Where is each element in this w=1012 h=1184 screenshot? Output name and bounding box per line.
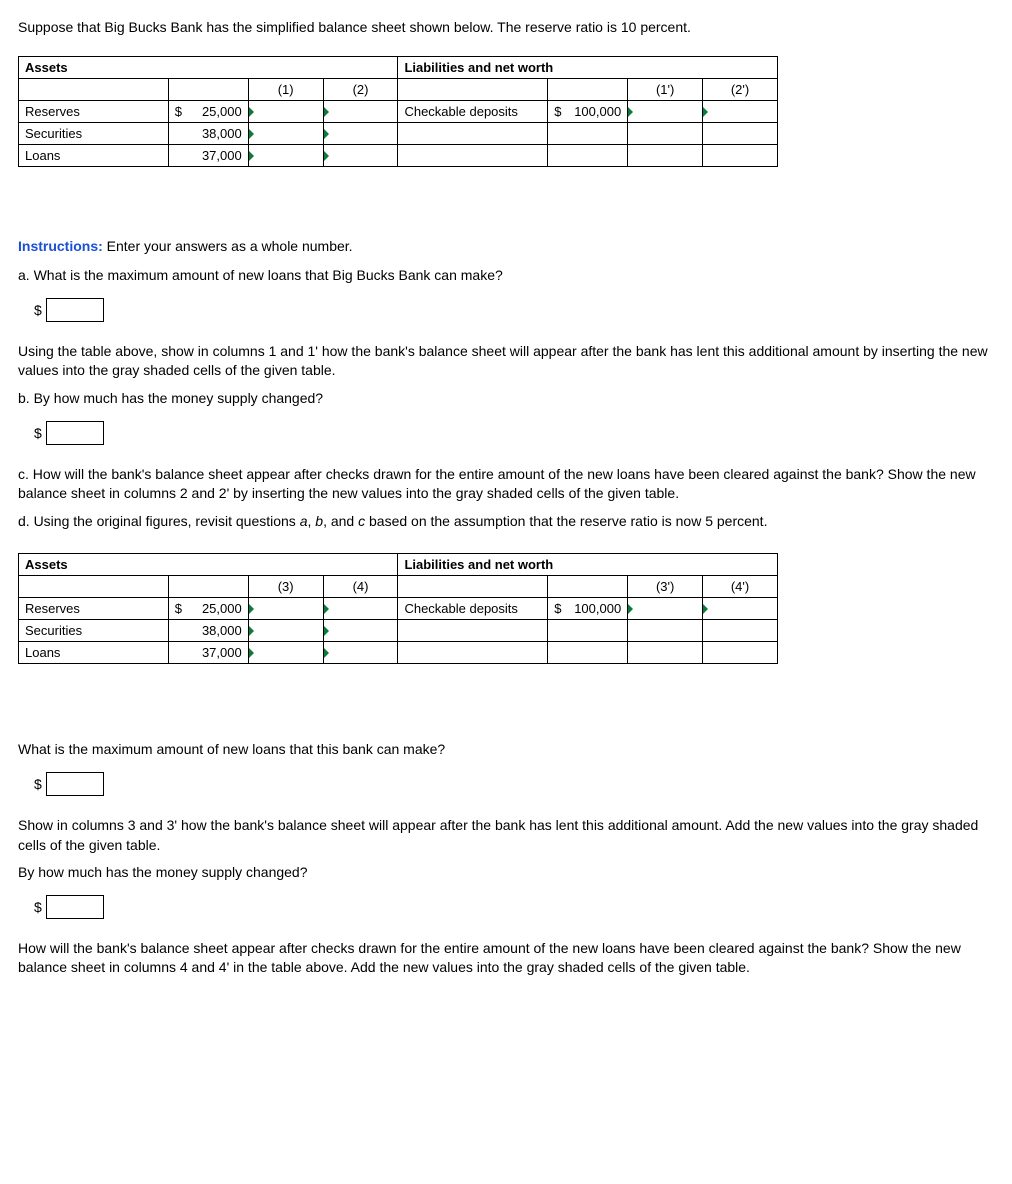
- col-4p-header: (4'): [703, 576, 778, 598]
- answer-2b-input[interactable]: [46, 895, 104, 919]
- blank: [398, 144, 548, 166]
- blank: [548, 144, 628, 166]
- blank: [548, 620, 628, 642]
- blank: [628, 122, 703, 144]
- blank: [398, 122, 548, 144]
- col-2p-header: (2'): [703, 78, 778, 100]
- dollar-sign: $: [34, 776, 42, 792]
- dollar-sign: $: [34, 302, 42, 318]
- question-2b: By how much has the money supply changed…: [18, 863, 994, 883]
- blank: [19, 78, 169, 100]
- input-cell[interactable]: [628, 100, 703, 122]
- row-value: 38,000: [168, 122, 248, 144]
- liabilities-header: Liabilities and net worth: [398, 554, 778, 576]
- row-label: Reserves: [19, 100, 169, 122]
- col-3-header: (3): [248, 576, 323, 598]
- blank: [628, 620, 703, 642]
- col-2-header: (2): [323, 78, 398, 100]
- dollar-sign: $: [34, 425, 42, 441]
- dollar-sign: $: [34, 899, 42, 915]
- intro-text: Suppose that Big Bucks Bank has the simp…: [18, 18, 994, 38]
- after-a-text: Using the table above, show in columns 1…: [18, 342, 994, 381]
- input-cell[interactable]: [248, 642, 323, 664]
- after-2a-text: Show in columns 3 and 3' how the bank's …: [18, 816, 994, 855]
- input-cell[interactable]: [248, 620, 323, 642]
- input-cell[interactable]: [248, 598, 323, 620]
- answer-a: $: [34, 298, 104, 322]
- col-4-header: (4): [323, 576, 398, 598]
- blank: [548, 78, 628, 100]
- assets-header: Assets: [19, 56, 398, 78]
- row-label: Loans: [19, 144, 169, 166]
- input-cell[interactable]: [323, 100, 398, 122]
- blank: [628, 642, 703, 664]
- input-cell[interactable]: [323, 620, 398, 642]
- answer-b: $: [34, 421, 104, 445]
- input-cell[interactable]: [323, 642, 398, 664]
- row-value: 37,000: [168, 144, 248, 166]
- blank: [168, 78, 248, 100]
- input-cell[interactable]: [323, 122, 398, 144]
- question-d: d. Using the original figures, revisit q…: [18, 512, 994, 532]
- answer-a-input[interactable]: [46, 298, 104, 322]
- liab-label: Checkable deposits: [398, 598, 548, 620]
- row-value: $25,000: [168, 100, 248, 122]
- blank: [703, 642, 778, 664]
- row-value: 38,000: [168, 620, 248, 642]
- row-value: 37,000: [168, 642, 248, 664]
- answer-2a: $: [34, 772, 104, 796]
- balance-table-2: Assets Liabilities and net worth (3) (4)…: [18, 553, 778, 664]
- blank: [548, 576, 628, 598]
- blank: [398, 576, 548, 598]
- question-a: a. What is the maximum amount of new loa…: [18, 266, 994, 286]
- assets-header: Assets: [19, 554, 398, 576]
- input-cell[interactable]: [628, 598, 703, 620]
- blank: [703, 144, 778, 166]
- col-1-header: (1): [248, 78, 323, 100]
- question-2c: How will the bank's balance sheet appear…: [18, 939, 994, 978]
- row-label: Securities: [19, 122, 169, 144]
- question-c: c. How will the bank's balance sheet app…: [18, 465, 994, 504]
- instructions-label: Instructions:: [18, 238, 103, 254]
- row-label: Loans: [19, 642, 169, 664]
- instructions-text: Enter your answers as a whole number.: [103, 238, 353, 254]
- blank: [398, 78, 548, 100]
- input-cell[interactable]: [703, 598, 778, 620]
- input-cell[interactable]: [248, 122, 323, 144]
- blank: [398, 620, 548, 642]
- liab-value: $100,000: [548, 598, 628, 620]
- blank: [548, 642, 628, 664]
- liab-value: $100,000: [548, 100, 628, 122]
- blank: [703, 122, 778, 144]
- blank: [398, 642, 548, 664]
- blank: [548, 122, 628, 144]
- blank: [703, 620, 778, 642]
- question-2a: What is the maximum amount of new loans …: [18, 740, 994, 760]
- balance-table-1: Assets Liabilities and net worth (1) (2)…: [18, 56, 778, 167]
- blank: [168, 576, 248, 598]
- answer-b-input[interactable]: [46, 421, 104, 445]
- row-label: Reserves: [19, 598, 169, 620]
- input-cell[interactable]: [323, 598, 398, 620]
- answer-2a-input[interactable]: [46, 772, 104, 796]
- blank: [19, 576, 169, 598]
- liab-label: Checkable deposits: [398, 100, 548, 122]
- row-label: Securities: [19, 620, 169, 642]
- input-cell[interactable]: [248, 144, 323, 166]
- blank: [628, 144, 703, 166]
- instructions-line: Instructions: Enter your answers as a wh…: [18, 237, 994, 257]
- input-cell[interactable]: [248, 100, 323, 122]
- row-value: $25,000: [168, 598, 248, 620]
- input-cell[interactable]: [323, 144, 398, 166]
- col-3p-header: (3'): [628, 576, 703, 598]
- input-cell[interactable]: [703, 100, 778, 122]
- answer-2b: $: [34, 895, 104, 919]
- liabilities-header: Liabilities and net worth: [398, 56, 778, 78]
- col-1p-header: (1'): [628, 78, 703, 100]
- question-b: b. By how much has the money supply chan…: [18, 389, 994, 409]
